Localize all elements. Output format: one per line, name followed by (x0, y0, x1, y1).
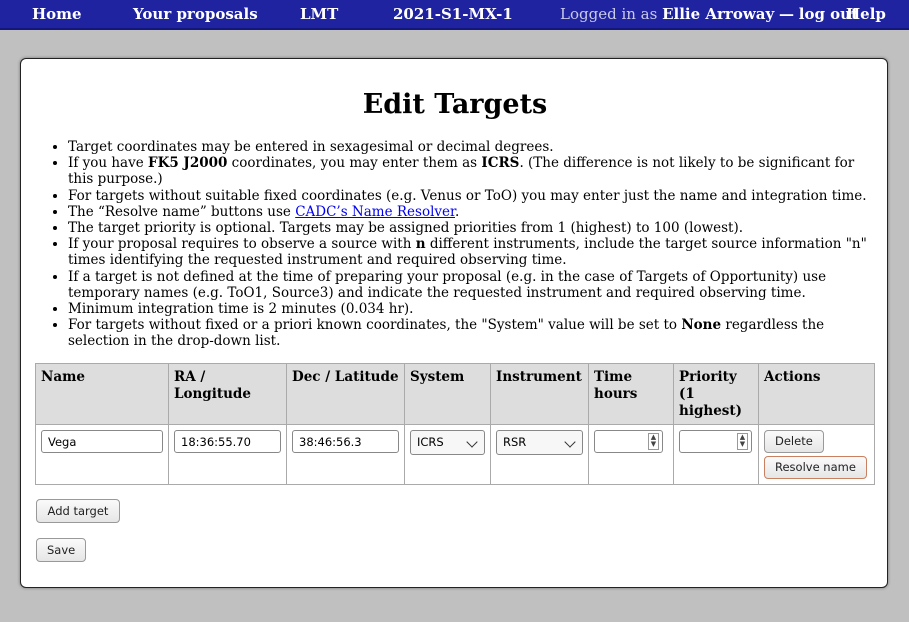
add-target-button[interactable]: Add target (36, 499, 120, 523)
spinner-arrows-icon[interactable]: ▲ ▼ (737, 433, 748, 450)
col-header-actions: Actions (758, 363, 875, 425)
targets-table: Name RA / Longitude Dec / Latitude Syste… (35, 363, 875, 485)
col-header-ra: RA / Longitude (168, 363, 287, 425)
note-item: For targets without suitable fixed coord… (68, 188, 868, 204)
note-emphasis: n (415, 236, 426, 253)
note-text: The “Resolve name” buttons use (68, 203, 296, 220)
ra-input[interactable] (174, 430, 281, 453)
col-header-system: System (404, 363, 491, 425)
spinner-arrows-icon[interactable]: ▲ ▼ (648, 433, 659, 450)
header-text: hours (594, 386, 638, 402)
priority-input[interactable]: ▲ ▼ (679, 430, 752, 453)
note-text: If you have (68, 155, 149, 172)
cadc-name-resolver-link[interactable]: CADC’s Name Resolver (295, 204, 455, 220)
instrument-cell: RSR (490, 424, 589, 485)
note-item: The target priority is optional. Targets… (68, 220, 868, 236)
login-separator: — (778, 5, 794, 23)
col-header-priority: Priority (1 highest) (673, 363, 759, 425)
col-header-time: Time hours (588, 363, 674, 425)
actions-cell: Delete Resolve name (758, 424, 875, 485)
note-text: . (455, 203, 460, 220)
note-text: coordinates, you may enter them as (227, 155, 482, 172)
chevron-down-icon (466, 436, 478, 448)
nav-your-proposals-link[interactable]: Your proposals (133, 5, 258, 23)
instructions-list: Target coordinates may be entered in sex… (68, 139, 868, 350)
system-cell: ICRS (404, 424, 491, 485)
save-button[interactable]: Save (36, 538, 86, 562)
name-cell (35, 424, 169, 485)
resolve-name-button[interactable]: Resolve name (764, 456, 867, 479)
top-navigation-bar: Home Your proposals LMT 2021-S1-MX-1 Log… (0, 0, 909, 30)
chevron-down-icon (564, 436, 576, 448)
col-header-instrument: Instrument (490, 363, 589, 425)
delete-target-button[interactable]: Delete (764, 430, 824, 453)
col-header-name: Name (35, 363, 169, 425)
priority-cell: ▲ ▼ (673, 424, 759, 485)
ra-cell (168, 424, 287, 485)
header-text: Time (594, 369, 633, 385)
nav-facility-link[interactable]: LMT (300, 5, 338, 23)
page-title: Edit Targets (362, 89, 548, 120)
note-item: Minimum integration time is 2 minutes (0… (68, 301, 868, 317)
note-emphasis: ICRS (481, 155, 520, 172)
note-text: For targets without fixed or a priori kn… (68, 317, 682, 334)
instrument-select[interactable]: RSR (496, 430, 583, 455)
system-selected-value: ICRS (417, 435, 444, 449)
note-item: If you have FK5 J2000 coordinates, you m… (68, 155, 868, 187)
note-emphasis: FK5 J2000 (148, 155, 228, 172)
note-emphasis: None (681, 317, 722, 334)
system-select[interactable]: ICRS (410, 430, 485, 455)
note-item: Target coordinates may be entered in sex… (68, 139, 868, 155)
time-cell: ▲ ▼ (588, 424, 674, 485)
header-text: highest) (679, 403, 743, 419)
header-text: Priority (679, 369, 737, 385)
time-hours-input[interactable]: ▲ ▼ (594, 430, 663, 453)
note-item: If your proposal requires to observe a s… (68, 236, 868, 268)
dec-cell (286, 424, 405, 485)
nav-home-link[interactable]: Home (32, 5, 82, 23)
header-text: (1 (679, 386, 695, 402)
nav-semester-link[interactable]: 2021-S1-MX-1 (393, 5, 513, 23)
note-item: If a target is not defined at the time o… (68, 269, 868, 301)
login-status: Logged in as Ellie Arroway — log out (560, 5, 858, 23)
note-item: The “Resolve name” buttons use CADC’s Na… (68, 204, 868, 220)
col-header-dec: Dec / Latitude (286, 363, 405, 425)
target-name-input[interactable] (41, 430, 163, 453)
dec-input[interactable] (292, 430, 399, 453)
logged-in-label: Logged in as (560, 5, 658, 23)
user-name: Ellie Arroway (662, 5, 775, 23)
table-row: ICRS RSR ▲▼ (35, 424, 875, 485)
instrument-selected-value: RSR (503, 435, 527, 449)
main-panel: Edit Targets Target coordinates may be e… (20, 58, 888, 588)
note-item: For targets without fixed or a priori kn… (68, 317, 868, 349)
note-text: If your proposal requires to observe a s… (68, 236, 416, 253)
nav-help-link[interactable]: Help (846, 5, 886, 23)
